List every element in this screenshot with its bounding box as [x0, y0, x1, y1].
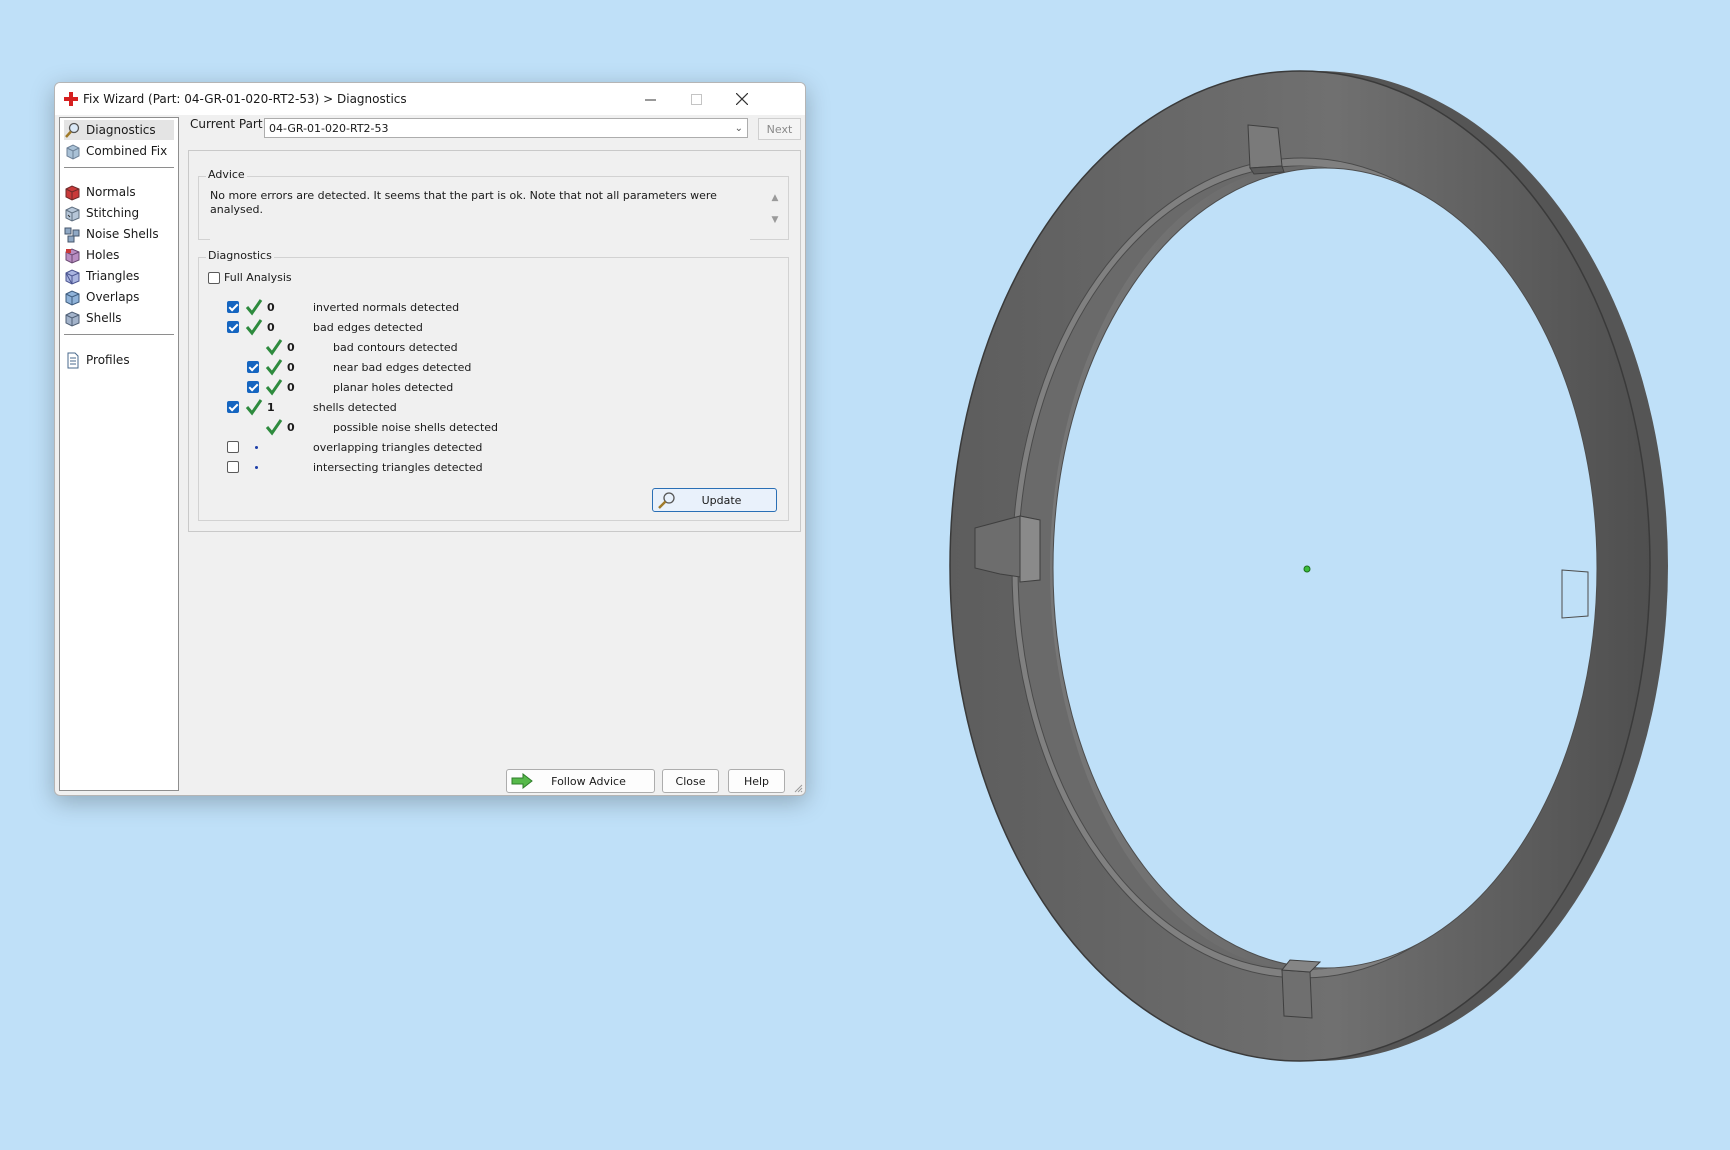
- 3d-part-viewport[interactable]: [0, 0, 1730, 1150]
- ring-part: [949, 70, 1668, 1062]
- pivot-point-marker: [1303, 565, 1311, 573]
